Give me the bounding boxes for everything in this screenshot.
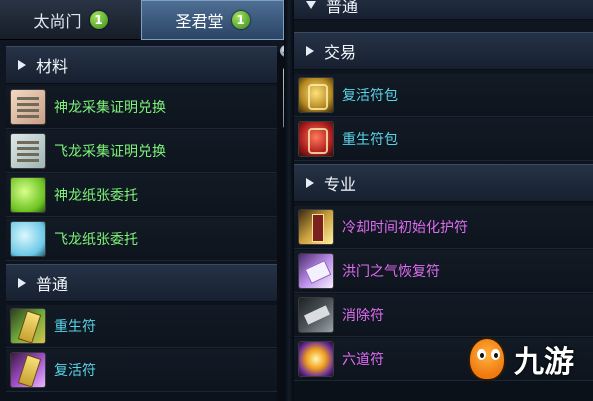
tab-count-badge: 1 [89, 10, 108, 29]
list-item[interactable]: 洪门之气恢复符 [294, 250, 593, 293]
section-header-profession[interactable]: 专业 [294, 164, 593, 202]
tab-label: 太尚门 [33, 11, 82, 31]
item-label: 神龙采集证明兑换 [54, 100, 166, 116]
list-item[interactable]: 冷却时间初始化护符 [294, 206, 593, 249]
item-label: 冷却时间初始化护符 [342, 220, 468, 236]
list-item[interactable]: 复活符 [6, 349, 277, 392]
section-title: 普通 [326, 0, 359, 16]
purple-talisman-icon [10, 352, 46, 388]
section-title: 材料 [36, 57, 69, 76]
expand-triangle-icon [18, 278, 26, 288]
item-label: 神龙纸张委托 [54, 188, 138, 204]
collapse-triangle-icon [306, 1, 316, 9]
item-label: 重生符包 [342, 132, 398, 148]
section-title: 普通 [36, 275, 69, 294]
tab-taishangmen[interactable]: 太尚门 1 [0, 0, 141, 40]
list-item[interactable]: 复活符包 [294, 74, 593, 117]
burst-charm-icon [298, 341, 334, 377]
item-label: 飞龙纸张委托 [54, 232, 138, 248]
item-label: 飞龙采集证明兑换 [54, 144, 166, 160]
list-item[interactable]: 重生符包 [294, 118, 593, 161]
tab-count-badge: 1 [231, 11, 250, 29]
item-label: 洪门之气恢复符 [342, 264, 440, 280]
panel-divider [284, 0, 294, 401]
list-item[interactable]: 神龙纸张委托 [6, 174, 277, 217]
item-label: 复活符 [54, 363, 96, 379]
gold-pack-icon [298, 77, 334, 113]
section-title: 交易 [324, 43, 357, 62]
section-title: 专业 [324, 175, 357, 194]
watermark-text: 九游 [514, 345, 574, 380]
item-label: 六道符 [342, 352, 384, 368]
item-label: 消除符 [342, 308, 384, 324]
section-header-normal[interactable]: 普通 [294, 0, 593, 20]
left-panel: 太尚门 1 圣君堂 1 材料 神龙采集证明兑换 飞龙采集证明兑换 神龙纸张委托 … [0, 0, 285, 401]
section-header-normal[interactable]: 普通 [6, 264, 277, 302]
purple-card-icon [298, 253, 334, 289]
list-item[interactable]: 神龙采集证明兑换 [6, 86, 277, 129]
paper-scroll-red-icon [10, 89, 46, 125]
green-talisman-icon [10, 308, 46, 344]
green-paper-icon [10, 177, 46, 213]
mascot-icon [468, 337, 506, 381]
red-pack-icon [298, 121, 334, 157]
expand-triangle-icon [306, 46, 314, 56]
item-label: 重生符 [54, 319, 96, 335]
gray-slab-icon [298, 297, 334, 333]
tab-bar: 太尚门 1 圣君堂 1 [0, 0, 284, 40]
expand-triangle-icon [306, 178, 314, 188]
expand-triangle-icon [18, 60, 26, 70]
tab-label: 圣君堂 [175, 12, 224, 31]
list-item[interactable]: 飞龙采集证明兑换 [6, 130, 277, 173]
section-header-trade[interactable]: 交易 [294, 32, 593, 70]
item-label: 复活符包 [342, 88, 398, 104]
section-header-materials[interactable]: 材料 [6, 46, 277, 84]
paper-scroll-gray-icon [10, 133, 46, 169]
blue-paper-icon [10, 221, 46, 257]
tab-shengjuntang[interactable]: 圣君堂 1 [141, 0, 284, 40]
list-item[interactable]: 重生符 [6, 305, 277, 348]
watermark-logo: 九游 [468, 330, 588, 388]
list-item[interactable]: 飞龙纸张委托 [6, 218, 277, 261]
gold-amulet-icon [298, 209, 334, 245]
